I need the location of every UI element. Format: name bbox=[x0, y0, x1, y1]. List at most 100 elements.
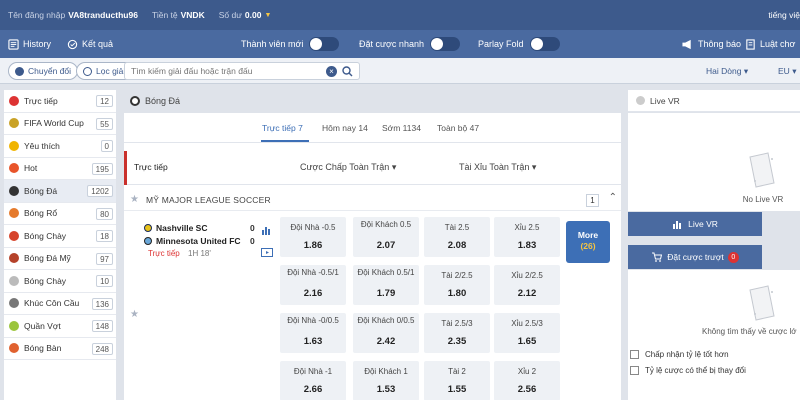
sidebar-item-label: Trực tiếp bbox=[24, 95, 58, 106]
balance-dropdown-icon[interactable]: ▼ bbox=[264, 12, 271, 19]
odds-cell[interactable]: Đội Khách 0.5 2.07 bbox=[353, 217, 419, 257]
tab-live[interactable]: Trực tiếp 7 bbox=[262, 123, 303, 133]
odds-value: 1.86 bbox=[303, 240, 323, 251]
switch-button[interactable]: Chuyển đổi bbox=[8, 62, 79, 80]
clear-search-icon[interactable]: × bbox=[326, 66, 337, 77]
bet-slip-tab-spacer bbox=[762, 245, 800, 269]
odds-cell[interactable]: Đội Nhà -1 2.66 bbox=[280, 361, 346, 400]
sidebar-item[interactable]: Hot 195 bbox=[4, 158, 116, 180]
sidebar-item[interactable]: Trực tiếp 12 bbox=[4, 90, 116, 113]
sidebar-item[interactable]: Bóng Đá 1202 bbox=[4, 180, 116, 203]
tab-early[interactable]: Sớm 1134 bbox=[382, 123, 421, 133]
odds-format-dropdown[interactable]: EU ▾ bbox=[778, 58, 796, 84]
sidebar-item-count: 18 bbox=[96, 230, 113, 242]
odds-cell[interactable]: Tài 2 1.55 bbox=[424, 361, 490, 400]
currency-label: Tiền tệ bbox=[151, 10, 178, 20]
collapse-icon[interactable]: ⌃ bbox=[609, 192, 617, 203]
accept-better-odds-checkbox[interactable] bbox=[630, 349, 639, 359]
odds-cell[interactable]: Xỉu 2/2.5 2.12 bbox=[494, 265, 560, 305]
sidebar-item[interactable]: Bóng Rổ 80 bbox=[4, 203, 116, 225]
odds-may-change-checkbox[interactable] bbox=[630, 365, 639, 375]
sidebar-item[interactable]: Quần Vợt 148 bbox=[4, 315, 116, 338]
odds-value: 1.83 bbox=[517, 240, 537, 251]
live-stream-icon[interactable] bbox=[261, 248, 273, 257]
more-markets-button[interactable]: More (26) bbox=[566, 221, 610, 263]
tab-all[interactable]: Toàn bộ 47 bbox=[437, 123, 479, 133]
new-member-toggle[interactable]: Thành viên mới bbox=[241, 37, 340, 51]
quick-bet-switch[interactable] bbox=[429, 37, 460, 51]
odds-value: 2.16 bbox=[303, 288, 323, 299]
odds-cell[interactable]: Đội Khách 0.5/1 1.79 bbox=[353, 265, 419, 305]
sidebar-item-label: Bóng Chày bbox=[24, 275, 67, 286]
odds-cell[interactable]: Xỉu 2.5 1.83 bbox=[494, 217, 560, 257]
sidebar-item[interactable]: Bóng Bàn 248 bbox=[4, 338, 116, 360]
bet-slip-label: Đặt cược trượt bbox=[667, 252, 724, 262]
quick-bet-toggle[interactable]: Đặt cược nhanh bbox=[359, 37, 460, 51]
away-score: 0 bbox=[250, 236, 255, 246]
accept-better-odds-option[interactable]: Chấp nhận tỷ lệ tốt hơn bbox=[630, 346, 800, 362]
odds-cell[interactable]: Đội Nhà -0/0.5 1.63 bbox=[280, 313, 346, 353]
sidebar-item[interactable]: FIFA World Cup 55 bbox=[4, 113, 116, 135]
home-team: Nashville SC bbox=[144, 223, 208, 233]
empty-document-icon bbox=[749, 285, 775, 321]
odds-label: Tài 2/2.5 bbox=[441, 271, 473, 280]
sidebar-item-count: 195 bbox=[91, 162, 113, 175]
new-member-switch[interactable] bbox=[309, 37, 340, 51]
odds-cell[interactable]: Tài 2.5/3 2.35 bbox=[424, 313, 490, 353]
live-vr-tab[interactable]: Live VR bbox=[628, 212, 762, 236]
odds-cell[interactable]: Đội Khách 1 1.53 bbox=[353, 361, 419, 400]
odds-label: Đội Khách 0.5/1 bbox=[357, 268, 415, 277]
results-link[interactable]: Kết quả bbox=[67, 39, 113, 50]
odds-cell[interactable]: Xỉu 2 2.56 bbox=[494, 361, 560, 400]
parlay-fold-switch[interactable] bbox=[529, 37, 560, 51]
odds-cell[interactable]: Đội Nhà -0.5/1 2.16 bbox=[280, 265, 346, 305]
odds-cell[interactable]: Tài 2/2.5 1.80 bbox=[424, 265, 490, 305]
page-title: Bóng Đá bbox=[145, 96, 181, 106]
sidebar-item[interactable]: Khúc Côn Cầu 136 bbox=[4, 293, 116, 315]
rules-link[interactable]: Luật chơ bbox=[745, 38, 795, 50]
overunder-column[interactable]: Tài Xỉu Toàn Trận ▾ bbox=[459, 162, 536, 173]
sidebar-item-count: 136 bbox=[91, 297, 113, 310]
search-icon[interactable] bbox=[342, 66, 353, 77]
sidebar-item-count: 55 bbox=[96, 117, 113, 130]
sidebar-item[interactable]: Bóng Chày 18 bbox=[4, 225, 116, 248]
odds-value: 2.66 bbox=[303, 384, 323, 395]
odds-cell[interactable]: Đội Khách 0/0.5 2.42 bbox=[353, 313, 419, 353]
odds-value: 2.12 bbox=[517, 288, 537, 299]
odds-may-change-option[interactable]: Tỷ lệ cược có thể bị thay đổi bbox=[630, 362, 800, 378]
stats-icon[interactable] bbox=[261, 225, 271, 235]
tab-today[interactable]: Hôm nay 14 bbox=[322, 123, 368, 133]
parlay-fold-toggle[interactable]: Parlay Fold bbox=[478, 37, 560, 51]
chevron-down-icon: ▾ bbox=[792, 66, 797, 76]
sidebar-item[interactable]: Bóng Đá Mỹ 97 bbox=[4, 248, 116, 270]
bet-slip-tab[interactable]: Đặt cược trượt 0 bbox=[628, 245, 762, 269]
handicap-column[interactable]: Cược Chấp Toàn Trận ▾ bbox=[300, 162, 396, 173]
sidebar-item[interactable]: Yêu thích 0 bbox=[4, 135, 116, 158]
odds-cell[interactable]: Đội Nhà -0.5 1.86 bbox=[280, 217, 346, 257]
odds-cell[interactable]: Tài 2.5 2.08 bbox=[424, 217, 490, 257]
results-label: Kết quả bbox=[82, 39, 114, 49]
odds-value: 1.63 bbox=[303, 336, 323, 347]
favorite-star-icon[interactable]: ★ bbox=[130, 309, 139, 320]
odds-label: Đội Khách 1 bbox=[364, 367, 408, 376]
history-icon bbox=[8, 38, 19, 50]
star-icon bbox=[9, 140, 19, 151]
sidebar-item-count: 0 bbox=[100, 140, 113, 152]
odds-label: Tài 2 bbox=[448, 367, 466, 376]
notice-link[interactable]: Thông báo bbox=[681, 39, 741, 50]
quick-bet-label: Đặt cược nhanh bbox=[359, 39, 424, 49]
odds-cell[interactable]: Xỉu 2.5/3 1.65 bbox=[494, 313, 560, 353]
home-team-name: Nashville SC bbox=[156, 223, 208, 233]
history-link[interactable]: History bbox=[8, 38, 52, 50]
sidebar-item[interactable]: Bóng Chày 10 bbox=[4, 270, 116, 293]
league-header[interactable]: ★ MỸ MAJOR LEAGUE SOCCER 1 ⌃ bbox=[124, 191, 621, 211]
odds-label: Xỉu 2.5/3 bbox=[511, 319, 543, 328]
language-selector[interactable]: tiếng việ bbox=[768, 0, 800, 30]
caret-down-icon: ▾ bbox=[391, 162, 397, 172]
ping-pong-icon bbox=[9, 343, 19, 354]
odds-type-value: Hai Dòng bbox=[706, 66, 742, 76]
history-label: History bbox=[23, 39, 52, 49]
search-input[interactable] bbox=[131, 66, 341, 76]
odds-type-dropdown[interactable]: Hai Dòng ▾ bbox=[706, 58, 748, 84]
favorite-star-icon[interactable]: ★ bbox=[130, 194, 139, 205]
